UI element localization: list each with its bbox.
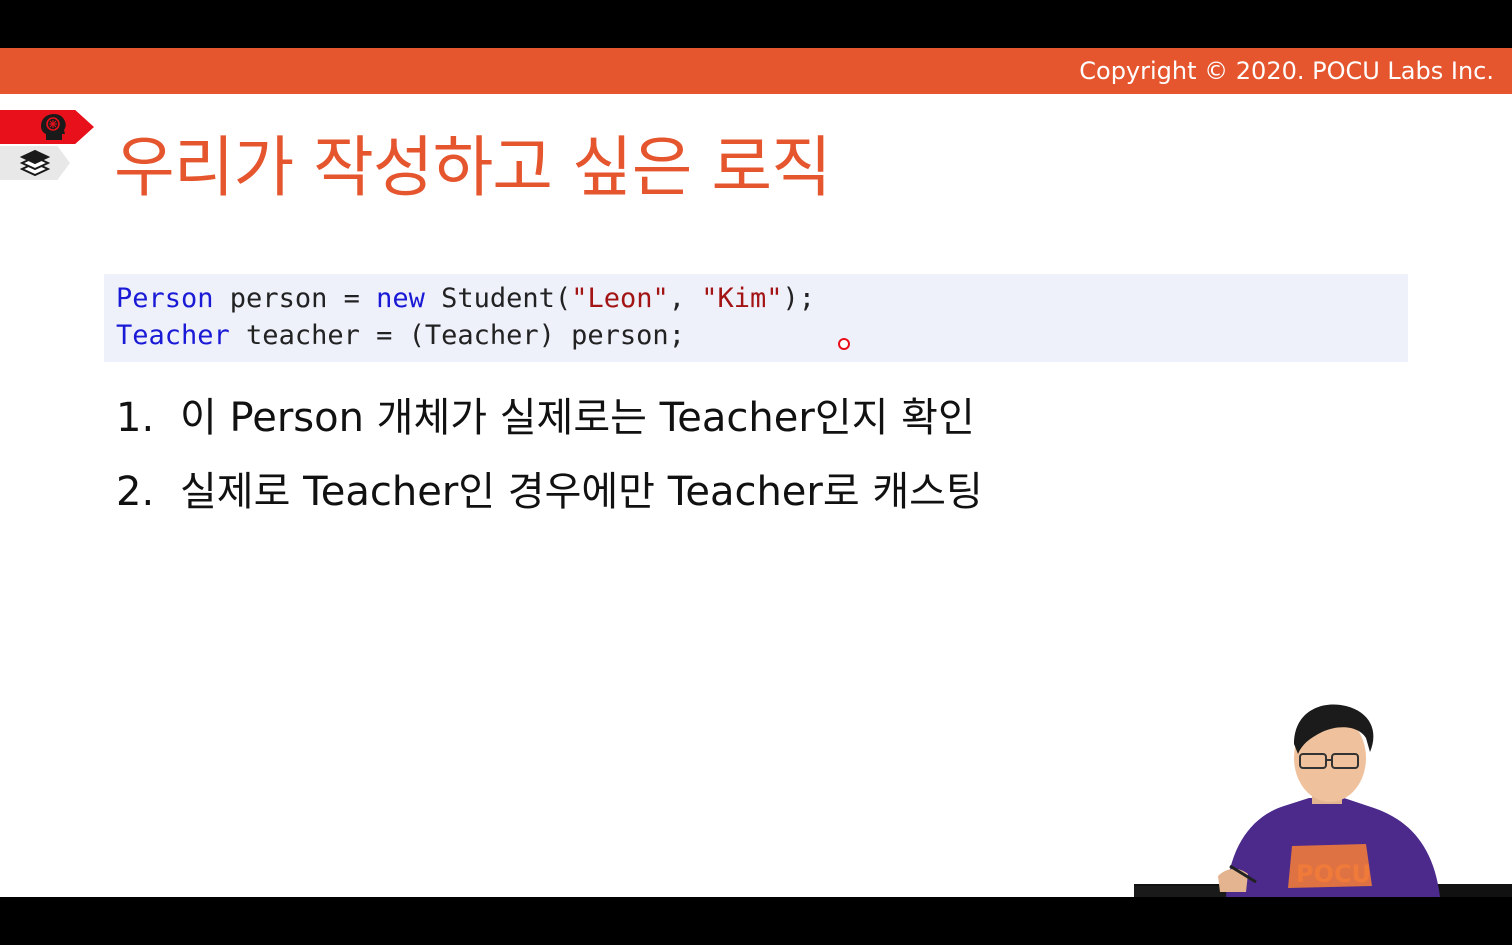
brain-head-icon	[41, 113, 66, 140]
code-line-2: Teacher teacher = (Teacher) person;	[116, 318, 685, 354]
presenter-video: POCU	[1134, 704, 1512, 897]
code-ctor: Student(	[424, 283, 572, 314]
shirt-logo-text: POCU	[1296, 860, 1371, 888]
pointer-cursor-icon	[838, 338, 850, 350]
books-stack-icon	[20, 149, 50, 177]
list-item: 2. 실제로 Teacher인 경우에만 Teacher로 캐스팅	[116, 466, 983, 518]
code-sep: ,	[668, 283, 702, 314]
list-number: 2.	[116, 469, 155, 515]
code-keyword-new: new	[376, 283, 425, 314]
code-rest: teacher = (Teacher) person;	[229, 320, 685, 351]
list-text: 이 Person 개체가 실제로는 Teacher인지 확인	[180, 395, 975, 441]
list-item: 1. 이 Person 개체가 실제로는 Teacher인지 확인	[116, 392, 975, 444]
code-decl: person =	[213, 283, 377, 314]
copyright-text: Copyright © 2020. POCU Labs Inc.	[1079, 57, 1494, 85]
code-end: );	[782, 283, 816, 314]
code-string-leon: "Leon"	[571, 283, 669, 314]
header-bar: Copyright © 2020. POCU Labs Inc.	[0, 48, 1512, 94]
sidebar-tab-brain[interactable]	[0, 110, 94, 144]
slide: Copyright © 2020. POCU Labs Inc. 우리가 작성하…	[0, 48, 1512, 897]
letterbox-bottom	[0, 897, 1512, 945]
sidebar-tab-books[interactable]	[0, 146, 70, 180]
letterbox-top	[0, 0, 1512, 48]
code-type-person: Person	[116, 283, 214, 314]
slide-title: 우리가 작성하고 싶은 로직	[114, 129, 832, 206]
code-block: Person person = new Student("Leon", "Kim…	[104, 274, 1408, 362]
code-line-1: Person person = new Student("Leon", "Kim…	[116, 281, 815, 317]
code-type-teacher: Teacher	[116, 320, 230, 351]
list-text: 실제로 Teacher인 경우에만 Teacher로 캐스팅	[180, 469, 983, 515]
list-number: 1.	[116, 395, 155, 441]
code-string-kim: "Kim"	[701, 283, 783, 314]
